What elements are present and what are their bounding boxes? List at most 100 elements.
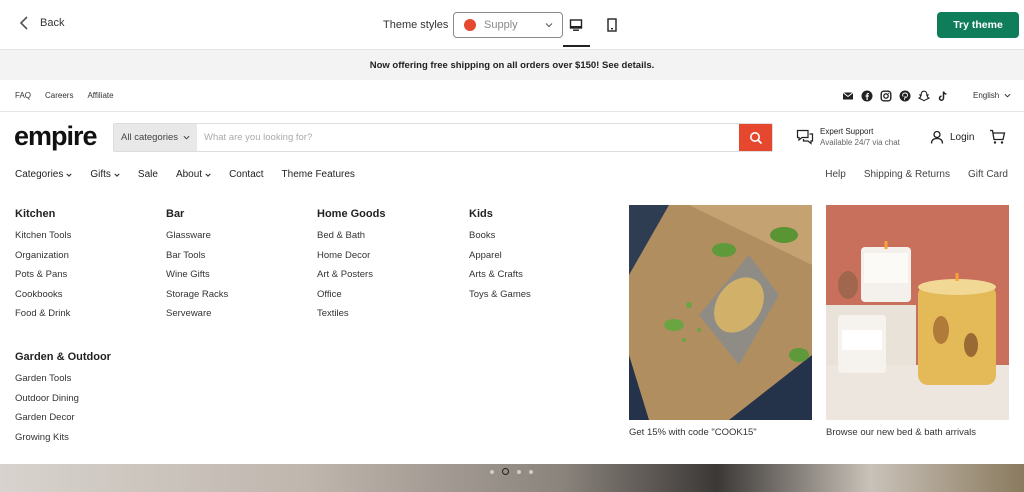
support-title: Expert Support [820,127,874,136]
careers-link[interactable]: Careers [45,91,73,100]
menu-heading-home-goods[interactable]: Home Goods [317,208,385,220]
promo-caption: Browse our new bed & bath arrivals [826,427,976,438]
promo-card-cooking[interactable]: Get 15% with code "COOK15" [629,205,812,438]
login-link[interactable]: Login [930,130,974,144]
mail-icon[interactable] [842,90,854,102]
nav-shipping-returns[interactable]: Shipping & Returns [864,169,950,180]
menu-link[interactable]: Storage Racks [166,289,228,309]
theme-style-value: Supply [484,19,518,31]
cart-icon [990,129,1006,144]
pinterest-icon[interactable] [899,90,911,102]
menu-column-kids: Kids Books Apparel Arts & Crafts Toys & … [469,208,531,308]
mobile-view-button[interactable] [603,16,621,34]
faq-link[interactable]: FAQ [15,91,31,100]
nav-theme-features-label: Theme Features [281,169,355,180]
menu-column-home-goods: Home Goods Bed & Bath Home Decor Art & P… [317,208,385,328]
desktop-view-button[interactable] [567,16,585,34]
affiliate-link[interactable]: Affiliate [87,91,113,100]
chevron-down-icon [114,173,120,177]
promo-card-bed-bath[interactable]: Browse our new bed & bath arrivals [826,205,1009,438]
menu-link[interactable]: Organization [15,250,71,270]
theme-style-select[interactable]: Supply [453,12,563,38]
search-input[interactable]: What are you looking for? [197,124,739,151]
menu-heading-kitchen[interactable]: Kitchen [15,208,71,220]
chevron-down-icon [66,173,72,177]
announcement-bar[interactable]: Now offering free shipping on all orders… [0,50,1024,80]
slide-dot-active[interactable] [502,468,509,475]
slide-dot[interactable] [490,469,494,474]
user-icon [930,130,944,144]
menu-link[interactable]: Bed & Bath [317,230,385,250]
nav-categories[interactable]: Categories [15,169,72,180]
menu-heading-bar[interactable]: Bar [166,208,228,220]
snapchat-icon[interactable] [918,90,930,102]
menu-link[interactable]: Cookbooks [15,289,71,309]
chevron-down-icon [205,173,211,177]
secondary-nav: Help Shipping & Returns Gift Card [825,169,1008,180]
menu-link[interactable]: Garden Tools [15,373,111,393]
cart-button[interactable] [989,129,1006,150]
menu-link[interactable]: Serveware [166,308,228,328]
menu-link[interactable]: Office [317,289,385,309]
nav-help[interactable]: Help [825,169,846,180]
chat-icon [796,129,814,145]
menu-column-garden: Garden & Outdoor Garden Tools Outdoor Di… [15,351,111,451]
nav-theme-features[interactable]: Theme Features [282,169,355,180]
social-links [842,90,949,102]
slide-dot[interactable] [517,469,521,474]
menu-link[interactable]: Toys & Games [469,289,531,309]
menu-link[interactable]: Pots & Pans [15,269,71,289]
chevron-down-icon [1004,93,1011,98]
nav-gift-card[interactable]: Gift Card [968,169,1008,180]
chevron-down-icon [545,23,553,28]
menu-link[interactable]: Outdoor Dining [15,393,111,413]
nav-categories-label: Categories [15,169,64,180]
search-category-label: All categories [121,132,179,143]
menu-link[interactable]: Arts & Crafts [469,269,531,289]
mobile-icon [607,18,617,32]
nav-sale[interactable]: Sale [138,169,158,180]
nav-contact[interactable]: Contact [229,169,263,180]
menu-link[interactable]: Growing Kits [15,432,111,452]
back-button[interactable]: Back [18,16,64,30]
menu-link[interactable]: Glassware [166,230,228,250]
menu-link[interactable]: Home Decor [317,250,385,270]
tiktok-icon[interactable] [937,90,949,102]
menu-heading-garden[interactable]: Garden & Outdoor [15,351,111,363]
search-submit-button[interactable] [739,124,772,151]
facebook-icon[interactable] [861,90,873,102]
menu-link[interactable]: Apparel [469,250,531,270]
utility-bar: FAQ Careers Affiliate English [0,80,1024,112]
search-category-select[interactable]: All categories [114,124,197,151]
support-subtitle: Available 24/7 via chat [820,138,900,147]
back-label: Back [40,17,65,29]
expert-support[interactable]: Expert Support Available 24/7 via chat [796,126,900,148]
slideshow-dots [490,468,533,475]
store-logo[interactable]: empire [14,121,98,152]
chevron-left-icon [19,16,28,30]
menu-link[interactable]: Art & Posters [317,269,385,289]
nav-gifts-label: Gifts [90,169,111,180]
desktop-icon [569,19,583,31]
style-swatch [464,19,476,31]
menu-link[interactable]: Food & Drink [15,308,71,328]
menu-link[interactable]: Garden Decor [15,412,111,432]
nav-about[interactable]: About [176,169,211,180]
menu-link[interactable]: Bar Tools [166,250,228,270]
try-theme-button[interactable]: Try theme [937,12,1019,38]
menu-link[interactable]: Wine Gifts [166,269,228,289]
nav-about-label: About [175,169,203,180]
promo-image-candles [826,205,1009,420]
menu-link[interactable]: Textiles [317,308,385,328]
menu-link[interactable]: Books [469,230,531,250]
menu-column-kitchen: Kitchen Kitchen Tools Organization Pots … [15,208,71,328]
search-bar: All categories What are you looking for? [113,123,773,152]
language-label: English [973,91,1000,100]
slide-dot[interactable] [529,469,533,474]
menu-heading-kids[interactable]: Kids [469,208,531,220]
menu-link[interactable]: Kitchen Tools [15,230,71,250]
nav-gifts[interactable]: Gifts [90,169,120,180]
instagram-icon[interactable] [880,90,892,102]
menu-column-bar: Bar Glassware Bar Tools Wine Gifts Stora… [166,208,228,328]
language-selector[interactable]: English [973,91,1011,100]
